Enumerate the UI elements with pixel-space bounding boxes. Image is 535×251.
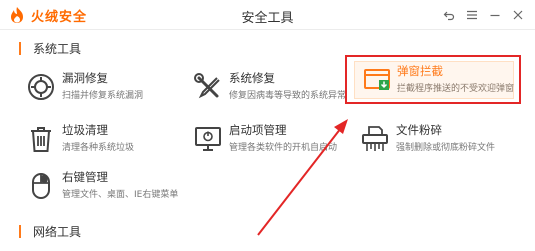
back-icon[interactable] — [437, 6, 460, 24]
tool-context-menu[interactable]: 右键管理 管理文件、桌面、IE右键菜单 — [24, 168, 184, 208]
tool-name: 弹窗拦截 — [397, 64, 443, 78]
section-label: 系统工具 — [33, 41, 82, 56]
tool-name: 启动项管理 — [229, 123, 287, 137]
tool-system-repair[interactable]: 系统修复 修复因病毒等导致的系统异常 — [191, 69, 346, 109]
tool-name: 系统修复 — [229, 71, 275, 85]
tool-name: 垃圾清理 — [62, 123, 108, 137]
mouse-icon — [24, 170, 58, 202]
tool-file-shredder[interactable]: 文件粉碎 强制删除或彻底粉碎文件 — [358, 121, 518, 161]
tool-description: 管理文件、桌面、IE右键菜单 — [62, 190, 179, 200]
tool-startup-manager[interactable]: 启动项管理 管理各类软件的开机自启动 — [191, 121, 341, 161]
tool-description: 拦截程序推送的不受欢迎弹窗 — [397, 84, 515, 94]
section-marker — [19, 41, 21, 55]
tool-name: 右键管理 — [62, 170, 108, 184]
tool-description: 扫描并修复系统漏洞 — [62, 91, 144, 101]
trash-icon — [24, 123, 58, 155]
monitor-power-icon — [191, 123, 225, 155]
tool-junk-clean[interactable]: 垃圾清理 清理各种系统垃圾 — [24, 121, 184, 161]
menu-icon[interactable] — [460, 6, 483, 24]
section-marker — [19, 224, 21, 238]
close-icon[interactable] — [506, 6, 529, 24]
tool-description: 管理各类软件的开机自启动 — [229, 143, 338, 153]
shield-repair-icon — [24, 71, 58, 103]
tool-vuln-repair[interactable]: 漏洞修复 扫描并修复系统漏洞 — [24, 69, 184, 109]
title-bar: 火绒安全 安全工具 — [0, 0, 535, 30]
section-system-tools: 系统工具 — [19, 39, 81, 57]
window-controls — [437, 6, 529, 24]
section-network-tools: 网络工具 — [19, 222, 81, 240]
tool-description: 修复因病毒等导致的系统异常 — [229, 91, 347, 101]
tool-description: 清理各种系统垃圾 — [62, 143, 135, 153]
minimize-icon[interactable] — [483, 6, 506, 24]
tool-description: 强制删除或彻底粉碎文件 — [396, 143, 496, 153]
tool-name: 文件粉碎 — [396, 123, 442, 137]
wrench-screwdriver-icon — [191, 71, 225, 103]
tool-popup-block[interactable]: 弹窗拦截 拦截程序推送的不受欢迎弹窗 — [354, 61, 514, 99]
section-label: 网络工具 — [33, 224, 82, 239]
popup-window-icon — [360, 64, 394, 96]
tool-name: 漏洞修复 — [62, 71, 108, 85]
shredder-icon — [358, 123, 392, 155]
